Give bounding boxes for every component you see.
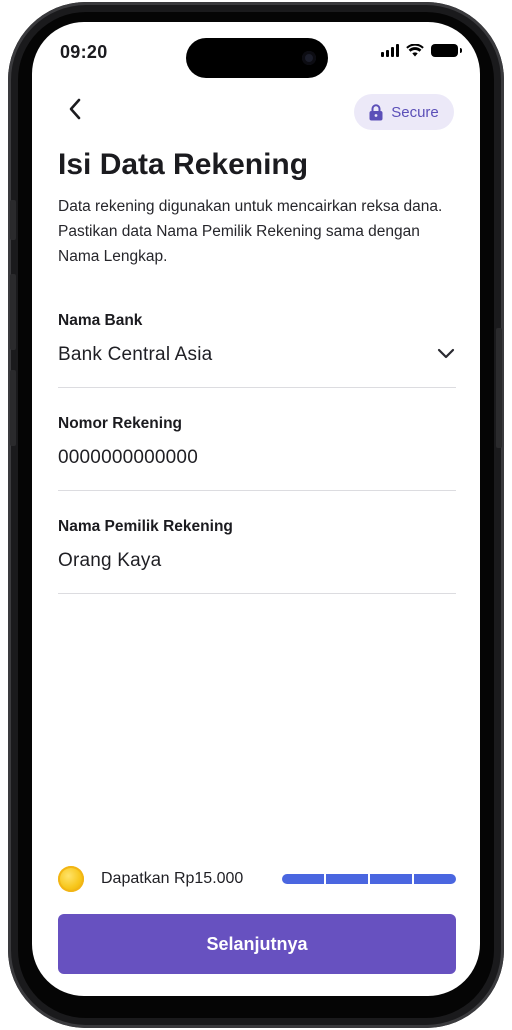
account-number-label: Nomor Rekening xyxy=(58,415,183,432)
lock-icon xyxy=(369,103,383,120)
account-owner-field[interactable]: Nama Pemilik Rekening Orang Kaya xyxy=(58,518,456,594)
wifi-icon xyxy=(406,44,424,57)
step-progress xyxy=(282,874,456,884)
cellular-signal-icon xyxy=(381,44,399,57)
status-icons xyxy=(381,44,462,57)
battery-icon xyxy=(431,44,462,57)
chevron-down-icon[interactable] xyxy=(436,346,456,360)
coin-icon xyxy=(58,866,84,892)
progress-segment xyxy=(282,874,324,884)
power-button xyxy=(496,328,502,448)
dynamic-island xyxy=(186,38,328,78)
page-description: Data rekening digunakan untuk mencairkan… xyxy=(58,198,443,265)
back-button[interactable] xyxy=(60,94,90,124)
volume-down-button xyxy=(10,370,16,446)
status-time: 09:20 xyxy=(60,42,108,62)
bank-value: Bank Central Asia xyxy=(58,344,213,365)
account-number-value: 0000000000000 xyxy=(58,447,198,468)
account-owner-label: Nama Pemilik Rekening xyxy=(58,518,233,535)
camera-icon xyxy=(302,51,316,65)
bank-field[interactable]: Nama Bank Bank Central Asia xyxy=(58,312,456,388)
page-title: Isi Data Rekening xyxy=(58,148,309,181)
reward-row: Dapatkan Rp15.000 xyxy=(58,864,456,894)
reward-text: Dapatkan Rp15.000 xyxy=(101,870,244,887)
volume-up-button xyxy=(10,274,16,350)
chevron-left-icon xyxy=(69,98,81,120)
account-number-field[interactable]: Nomor Rekening 0000000000000 xyxy=(58,415,456,491)
progress-segment xyxy=(414,874,456,884)
progress-segment xyxy=(370,874,412,884)
account-owner-value: Orang Kaya xyxy=(58,550,162,571)
secure-badge: Secure xyxy=(354,94,454,130)
bank-label: Nama Bank xyxy=(58,312,143,329)
next-button[interactable]: Selanjutnya xyxy=(58,914,456,974)
bank-select[interactable]: Bank Central Asia xyxy=(58,344,456,388)
progress-segment xyxy=(326,874,368,884)
app-screen: 09:20 Secure Isi Data Rekening Data reke… xyxy=(32,22,480,996)
action-button xyxy=(10,200,16,240)
secure-label: Secure xyxy=(391,103,439,121)
account-number-input[interactable]: 0000000000000 xyxy=(58,447,456,491)
account-owner-input[interactable]: Orang Kaya xyxy=(58,550,456,594)
